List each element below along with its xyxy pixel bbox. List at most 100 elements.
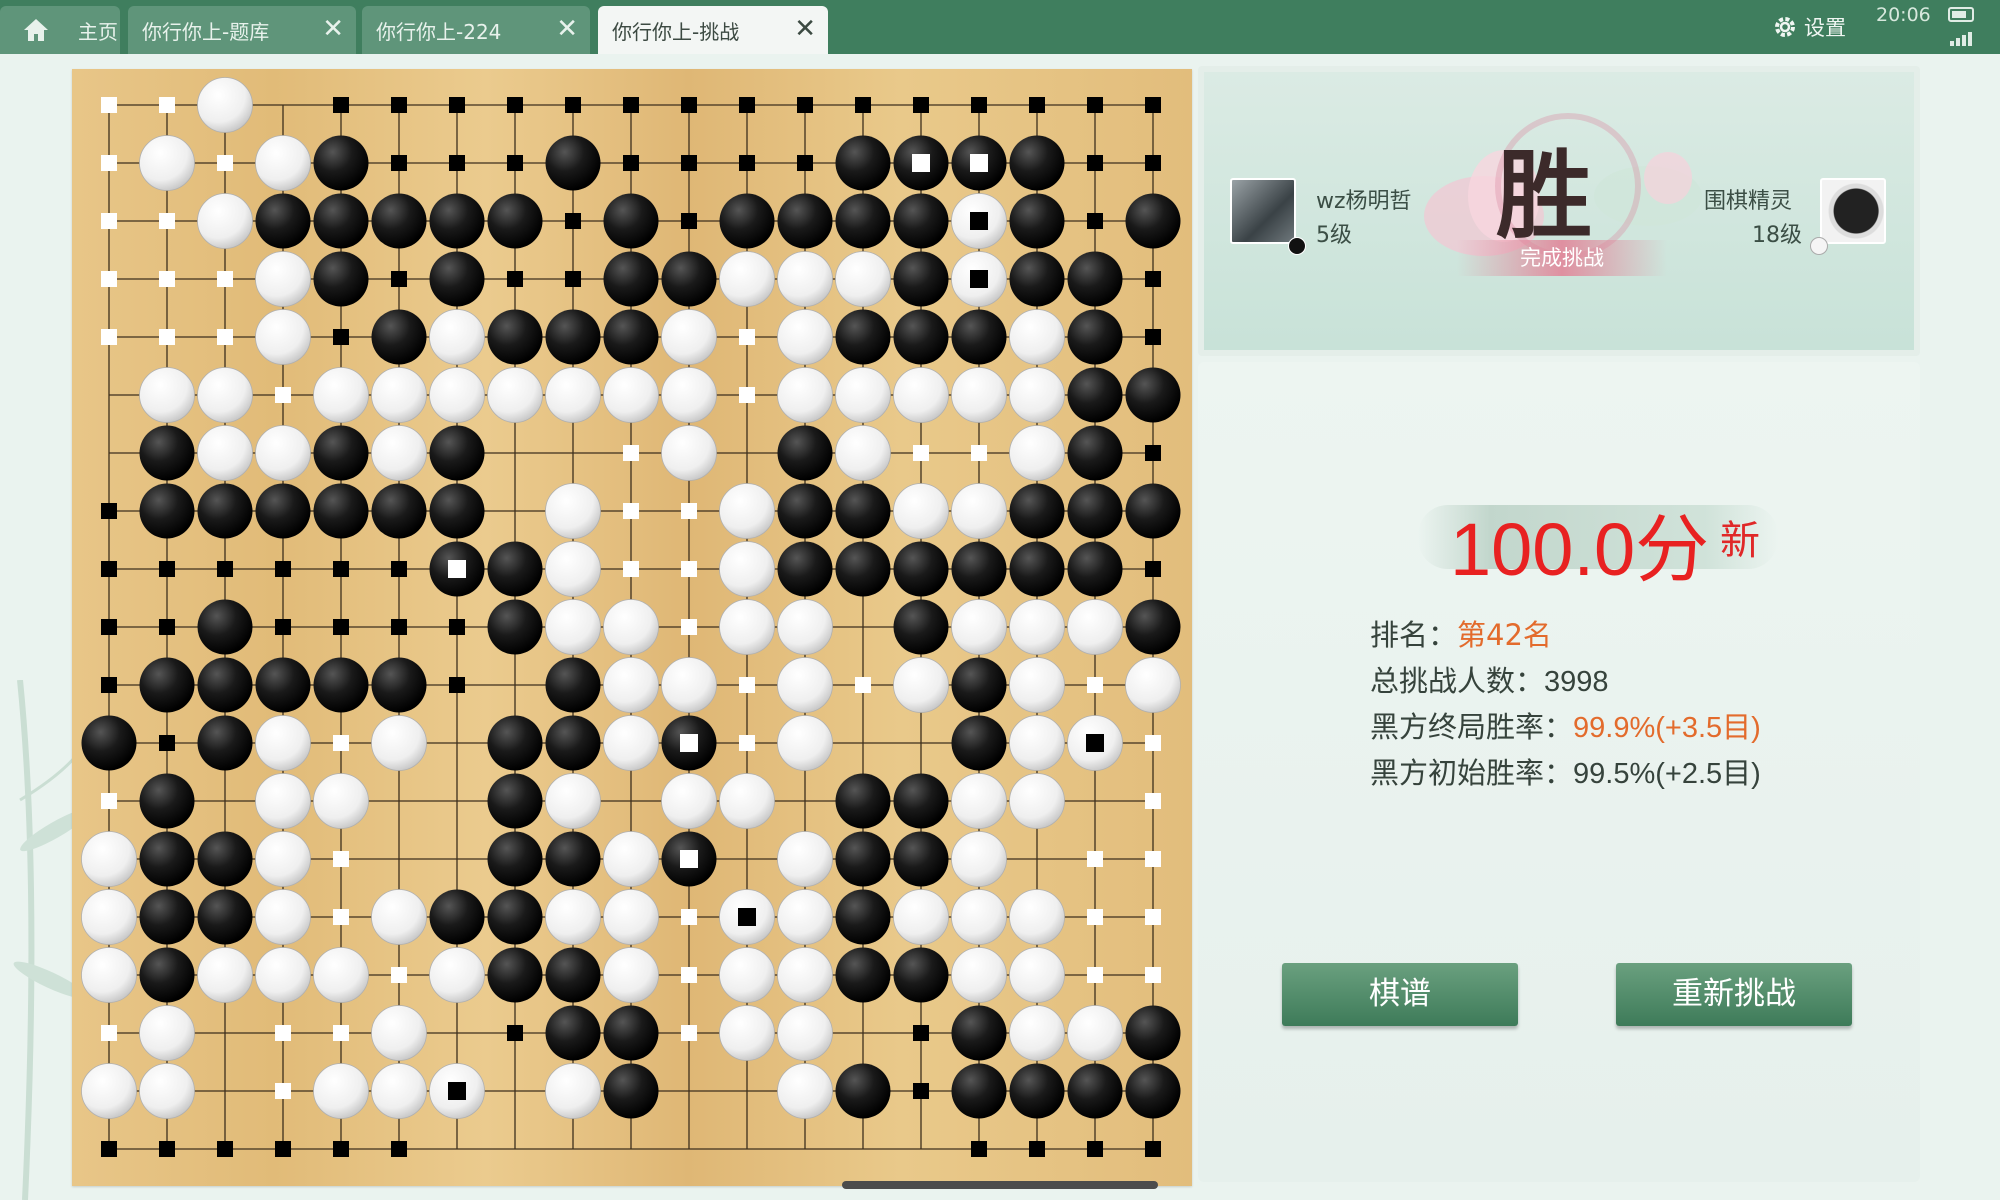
white-stone bbox=[661, 773, 717, 829]
dead-stone-marker bbox=[448, 560, 466, 578]
white-stone bbox=[197, 77, 253, 133]
black-stone bbox=[1067, 309, 1123, 365]
black-stone bbox=[313, 135, 369, 191]
final-winrate-row: 黑方终局胜率：99.9%(+3.5目) bbox=[1370, 704, 1761, 746]
home-icon bbox=[24, 19, 48, 41]
white-stone bbox=[777, 831, 833, 887]
white-territory-marker bbox=[623, 503, 639, 519]
white-stone bbox=[197, 193, 253, 249]
settings-button[interactable]: 设置 bbox=[1772, 10, 1846, 44]
white-stone bbox=[1067, 599, 1123, 655]
white-stone bbox=[255, 135, 311, 191]
black-territory-marker bbox=[217, 561, 233, 577]
black-stone bbox=[545, 657, 601, 713]
black-stone bbox=[371, 193, 427, 249]
white-territory-marker bbox=[101, 155, 117, 171]
black-stone bbox=[603, 1005, 659, 1061]
dead-stone-marker bbox=[912, 154, 930, 172]
white-territory-marker bbox=[739, 735, 755, 751]
rank-value: 第42名 bbox=[1457, 618, 1552, 652]
white-stone bbox=[1067, 1005, 1123, 1061]
white-stone bbox=[835, 251, 891, 307]
dead-stone-marker bbox=[680, 734, 698, 752]
black-stone bbox=[1125, 1005, 1181, 1061]
white-stone bbox=[429, 367, 485, 423]
black-stone bbox=[255, 657, 311, 713]
black-stone bbox=[893, 773, 949, 829]
close-icon[interactable]: ✕ bbox=[556, 16, 578, 42]
white-stone bbox=[255, 425, 311, 481]
tab-challenge[interactable]: 你行你上-挑战 ✕ bbox=[598, 6, 828, 54]
white-stone bbox=[603, 889, 659, 945]
black-territory-marker bbox=[797, 97, 813, 113]
battery-icon bbox=[1948, 7, 1974, 22]
black-territory-marker bbox=[1145, 155, 1161, 171]
black-stone bbox=[835, 831, 891, 887]
white-stone bbox=[1009, 367, 1065, 423]
black-stone bbox=[429, 889, 485, 945]
close-icon[interactable]: ✕ bbox=[322, 16, 344, 42]
white-stone bbox=[197, 425, 253, 481]
white-stone bbox=[545, 367, 601, 423]
retry-challenge-button[interactable]: 重新挑战 bbox=[1616, 963, 1852, 1026]
close-icon[interactable]: ✕ bbox=[794, 16, 816, 42]
white-stone bbox=[1009, 715, 1065, 771]
white-stone bbox=[371, 715, 427, 771]
black-stone bbox=[1009, 541, 1065, 597]
white-stone bbox=[661, 425, 717, 481]
white-stone bbox=[893, 367, 949, 423]
black-territory-marker bbox=[449, 677, 465, 693]
white-stone bbox=[603, 599, 659, 655]
white-stone bbox=[951, 367, 1007, 423]
black-territory-marker bbox=[507, 271, 523, 287]
game-record-button[interactable]: 棋谱 bbox=[1282, 963, 1518, 1026]
black-stone bbox=[603, 1063, 659, 1119]
white-territory-marker bbox=[1145, 967, 1161, 983]
new-record-badge: 新 bbox=[1720, 518, 1760, 564]
gear-icon bbox=[1775, 17, 1795, 37]
white-stone bbox=[603, 947, 659, 1003]
white-stone bbox=[777, 367, 833, 423]
white-territory-marker bbox=[1145, 793, 1161, 809]
tab-home[interactable]: 主页 bbox=[0, 6, 120, 54]
black-stone bbox=[487, 309, 543, 365]
white-territory-marker bbox=[681, 967, 697, 983]
black-stone bbox=[835, 947, 891, 1003]
tab-question-bank[interactable]: 你行你上-题库 ✕ bbox=[128, 6, 356, 54]
white-stone bbox=[255, 251, 311, 307]
black-stone bbox=[313, 425, 369, 481]
tab-224[interactable]: 你行你上-224 ✕ bbox=[362, 6, 590, 54]
black-territory-marker bbox=[913, 1083, 929, 1099]
white-territory-marker bbox=[333, 1025, 349, 1041]
white-territory-marker bbox=[101, 97, 117, 113]
black-stone bbox=[893, 947, 949, 1003]
black-territory-marker bbox=[391, 561, 407, 577]
black-stone bbox=[603, 309, 659, 365]
white-stone bbox=[777, 889, 833, 945]
white-territory-marker bbox=[159, 97, 175, 113]
black-stone bbox=[487, 889, 543, 945]
board-grid[interactable] bbox=[72, 69, 1192, 1186]
black-stone bbox=[1009, 483, 1065, 539]
white-stone bbox=[777, 1005, 833, 1061]
black-territory-marker bbox=[159, 619, 175, 635]
black-stone bbox=[603, 251, 659, 307]
white-stone bbox=[719, 251, 775, 307]
black-stone bbox=[139, 889, 195, 945]
white-territory-marker bbox=[855, 677, 871, 693]
white-stone bbox=[719, 483, 775, 539]
white-stone bbox=[371, 1005, 427, 1061]
black-stone bbox=[139, 657, 195, 713]
white-stone bbox=[81, 831, 137, 887]
black-territory-marker bbox=[449, 97, 465, 113]
total-label: 总挑战人数： bbox=[1370, 664, 1545, 698]
white-territory-marker bbox=[1087, 851, 1103, 867]
black-stone bbox=[1125, 599, 1181, 655]
black-stone bbox=[951, 1063, 1007, 1119]
white-stone bbox=[777, 1063, 833, 1119]
white-stone bbox=[313, 773, 369, 829]
go-board[interactable] bbox=[72, 69, 1192, 1186]
white-stone bbox=[777, 599, 833, 655]
dead-stone-marker bbox=[1086, 734, 1104, 752]
black-stone bbox=[951, 1005, 1007, 1061]
